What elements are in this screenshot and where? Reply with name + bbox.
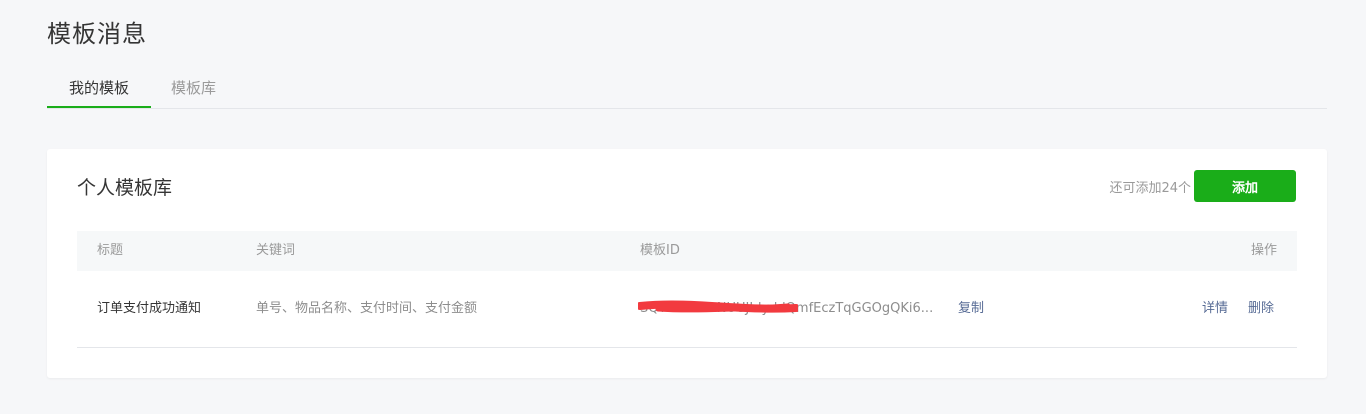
- personal-template-card: 个人模板库 还可添加24个 添加 标题 关键词 模板ID 操作 订单支付成功通知…: [47, 149, 1327, 378]
- tab-bar: 我的模板 模板库: [47, 70, 1327, 109]
- tab-my-templates[interactable]: 我的模板: [47, 70, 151, 108]
- redaction-scribble: [638, 300, 798, 313]
- remaining-count-text: 还可添加24个: [1109, 181, 1191, 196]
- add-button[interactable]: 添加: [1194, 170, 1296, 202]
- header-operations: 操作: [1250, 243, 1277, 258]
- delete-link[interactable]: 删除: [1248, 271, 1274, 347]
- header-keywords: 关键词: [256, 243, 296, 258]
- detail-link[interactable]: 详情: [1202, 271, 1228, 347]
- tab-template-library[interactable]: 模板库: [171, 70, 216, 108]
- row-keywords: 单号、物品名称、支付时间、支付金额: [256, 301, 478, 316]
- header-title: 标题: [97, 243, 124, 258]
- copy-link[interactable]: 复制: [958, 271, 984, 347]
- page-title: 模板消息: [47, 20, 147, 48]
- header-template-id: 模板ID: [640, 243, 680, 258]
- table-row: 订单支付成功通知 单号、物品名称、支付时间、支付金额 SQTRdvA9nNUUJ…: [77, 271, 1297, 348]
- template-table: 标题 关键词 模板ID 操作 订单支付成功通知 单号、物品名称、支付时间、支付金…: [77, 231, 1297, 348]
- row-title: 订单支付成功通知: [97, 301, 202, 316]
- table-header: 标题 关键词 模板ID 操作: [77, 231, 1297, 271]
- card-title: 个人模板库: [77, 177, 173, 199]
